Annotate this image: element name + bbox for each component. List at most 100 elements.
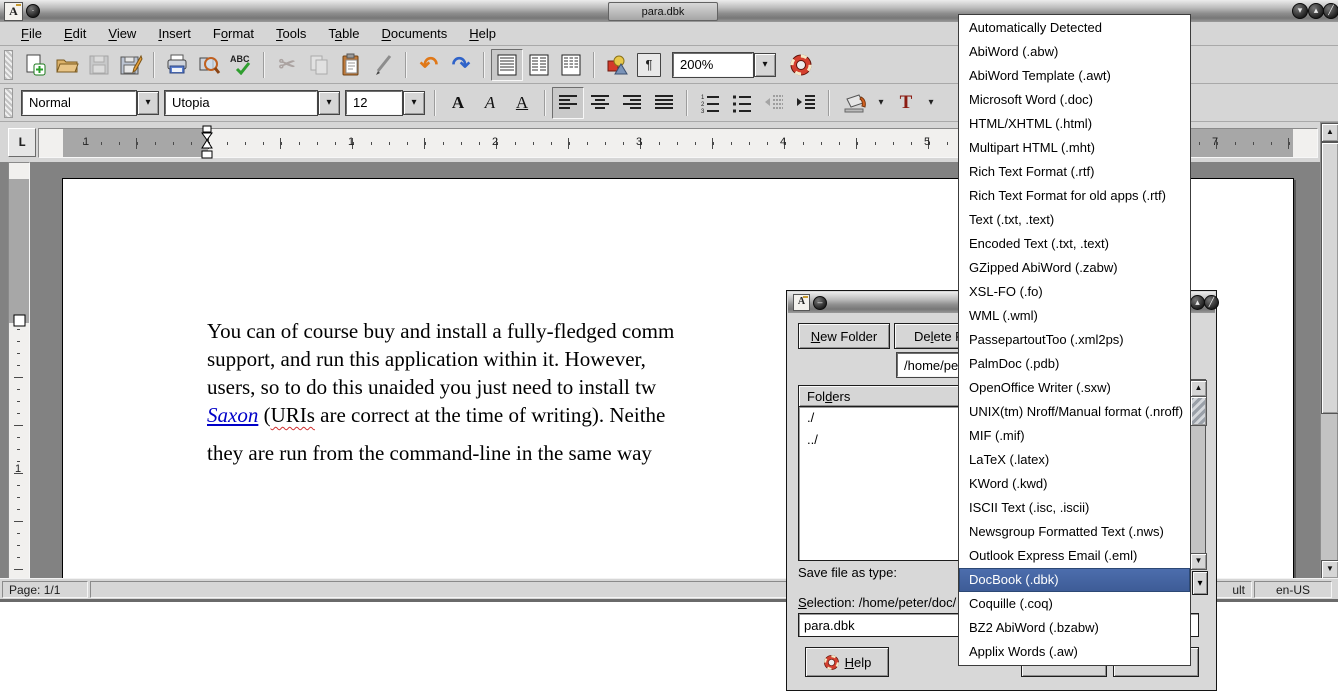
undo-button[interactable]: ↶ bbox=[413, 49, 445, 81]
decrease-indent-button[interactable] bbox=[758, 87, 790, 119]
align-center-button[interactable] bbox=[584, 87, 616, 119]
format-option[interactable]: Encoded Text (.txt, .text) bbox=[959, 232, 1190, 256]
format-option[interactable]: PassepartoutToo (.xml2ps) bbox=[959, 328, 1190, 352]
format-option[interactable]: Outlook Express Email (.eml) bbox=[959, 544, 1190, 568]
format-option[interactable]: Multipart HTML (.mht) bbox=[959, 136, 1190, 160]
document-vertical-scrollbar[interactable]: ▲ ▼ bbox=[1320, 122, 1338, 578]
close-button[interactable]: ╱ bbox=[1323, 3, 1338, 19]
menu-format[interactable]: Format bbox=[202, 23, 265, 44]
dialog-close-button[interactable]: ╱ bbox=[1204, 295, 1219, 310]
paste-button[interactable] bbox=[335, 49, 367, 81]
format-option[interactable]: GZipped AbiWord (.zabw) bbox=[959, 256, 1190, 280]
folders-list[interactable]: ./../ bbox=[798, 406, 963, 561]
format-option[interactable]: Rich Text Format for old apps (.rtf) bbox=[959, 184, 1190, 208]
toolbar-drag-handle[interactable] bbox=[4, 50, 13, 80]
shade-button[interactable]: ▾ bbox=[1292, 3, 1308, 19]
insert-object-button[interactable] bbox=[601, 49, 633, 81]
scrollbar-thumb[interactable] bbox=[1190, 396, 1207, 426]
bulleted-list-button[interactable] bbox=[726, 87, 758, 119]
tab-selector-button[interactable]: L bbox=[8, 128, 36, 157]
hyperlink-saxon[interactable]: Saxon bbox=[207, 403, 258, 427]
highlight-color-dropdown-arrow[interactable]: ▾ bbox=[872, 87, 890, 119]
dialog-maximize-button[interactable]: ▴ bbox=[1190, 295, 1205, 310]
format-option[interactable]: Coquille (.coq) bbox=[959, 592, 1190, 616]
numbered-list-button[interactable]: 123 bbox=[694, 87, 726, 119]
format-option[interactable]: KWord (.kwd) bbox=[959, 472, 1190, 496]
folders-header[interactable]: Folders bbox=[798, 385, 963, 407]
stylus-button[interactable] bbox=[367, 49, 399, 81]
top-margin-marker[interactable] bbox=[13, 314, 26, 327]
font-dropdown-arrow[interactable]: ▾ bbox=[318, 91, 340, 115]
font-size-value[interactable]: 12 bbox=[346, 91, 402, 115]
format-option[interactable]: HTML/XHTML (.html) bbox=[959, 112, 1190, 136]
justify-button[interactable] bbox=[648, 87, 680, 119]
align-left-button[interactable] bbox=[552, 87, 584, 119]
format-option[interactable]: AbiWord (.abw) bbox=[959, 40, 1190, 64]
format-option[interactable]: MIF (.mif) bbox=[959, 424, 1190, 448]
save-as-button[interactable] bbox=[115, 49, 147, 81]
view-three-column-button[interactable] bbox=[555, 49, 587, 81]
align-right-button[interactable] bbox=[616, 87, 648, 119]
text-color-dropdown-arrow[interactable]: ▾ bbox=[922, 87, 940, 119]
indent-marker[interactable] bbox=[200, 125, 214, 161]
format-option[interactable]: LaTeX (.latex) bbox=[959, 448, 1190, 472]
format-option[interactable]: BZ2 AbiWord (.bzabw) bbox=[959, 616, 1190, 640]
copy-button[interactable] bbox=[303, 49, 335, 81]
view-one-column-button[interactable] bbox=[491, 49, 523, 81]
italic-button[interactable]: A bbox=[474, 87, 506, 119]
open-file-button[interactable] bbox=[51, 49, 83, 81]
window-menu-button[interactable]: · bbox=[26, 4, 40, 18]
format-option[interactable]: Automatically Detected bbox=[959, 16, 1190, 40]
zoom-dropdown-arrow[interactable]: ▾ bbox=[754, 53, 776, 77]
scroll-down-button[interactable]: ▼ bbox=[1190, 553, 1207, 570]
format-option[interactable]: Text (.txt, .text) bbox=[959, 208, 1190, 232]
format-option[interactable]: AbiWord Template (.awt) bbox=[959, 64, 1190, 88]
spellcheck-button[interactable]: ABC bbox=[225, 49, 257, 81]
view-two-column-button[interactable] bbox=[523, 49, 555, 81]
redo-button[interactable]: ↷ bbox=[445, 49, 477, 81]
scroll-up-button[interactable]: ▲ bbox=[1321, 123, 1338, 142]
format-option[interactable]: PalmDoc (.pdb) bbox=[959, 352, 1190, 376]
new-document-button[interactable] bbox=[19, 49, 51, 81]
format-option[interactable]: Newsgroup Formatted Text (.nws) bbox=[959, 520, 1190, 544]
menu-help[interactable]: Help bbox=[458, 23, 507, 44]
language-panel[interactable]: en-US bbox=[1254, 581, 1332, 598]
cut-button[interactable]: ✂ bbox=[271, 49, 303, 81]
menu-table[interactable]: Table bbox=[317, 23, 370, 44]
menu-edit[interactable]: Edit bbox=[53, 23, 97, 44]
text-color-button[interactable]: T bbox=[890, 87, 922, 119]
format-option[interactable]: Rich Text Format (.rtf) bbox=[959, 160, 1190, 184]
help-button[interactable] bbox=[785, 49, 817, 81]
font-size-dropdown-arrow[interactable]: ▾ bbox=[403, 91, 425, 115]
format-option[interactable]: ISCII Text (.isc, .iscii) bbox=[959, 496, 1190, 520]
format-option[interactable]: OpenOffice Writer (.sxw) bbox=[959, 376, 1190, 400]
font-value[interactable]: Utopia bbox=[165, 91, 317, 115]
menu-documents[interactable]: Documents bbox=[371, 23, 459, 44]
format-option[interactable]: WML (.wml) bbox=[959, 304, 1190, 328]
format-option[interactable]: Microsoft Word (.doc) bbox=[959, 88, 1190, 112]
maximize-button[interactable]: ▴ bbox=[1308, 3, 1324, 19]
menu-tools[interactable]: Tools bbox=[265, 23, 317, 44]
underline-button[interactable]: A bbox=[506, 87, 538, 119]
show-formatting-marks-button[interactable]: ¶ bbox=[637, 53, 661, 77]
files-scrollbar[interactable]: ▲ ▼ bbox=[1189, 379, 1206, 569]
save-button[interactable] bbox=[83, 49, 115, 81]
menu-file[interactable]: File bbox=[10, 23, 53, 44]
menu-view[interactable]: View bbox=[97, 23, 147, 44]
scrollbar-thumb[interactable] bbox=[1321, 142, 1338, 414]
menu-insert[interactable]: Insert bbox=[147, 23, 202, 44]
folder-item[interactable]: ./ bbox=[799, 407, 962, 429]
highlight-color-button[interactable] bbox=[836, 87, 872, 119]
format-option[interactable]: Applix Words (.aw) bbox=[959, 640, 1190, 664]
style-value[interactable]: Normal bbox=[22, 91, 136, 115]
format-option[interactable]: UNIX(tm) Nroff/Manual format (.nroff) bbox=[959, 400, 1190, 424]
dialog-window-menu-button[interactable]: – bbox=[813, 296, 827, 310]
style-dropdown-arrow[interactable]: ▾ bbox=[137, 91, 159, 115]
help-button[interactable]: Help bbox=[805, 647, 889, 677]
format-option[interactable]: DocBook (.dbk) bbox=[959, 568, 1190, 592]
scroll-down-button[interactable]: ▼ bbox=[1321, 560, 1338, 579]
zoom-value[interactable]: 200% bbox=[673, 53, 753, 77]
print-button[interactable] bbox=[161, 49, 193, 81]
print-preview-button[interactable] bbox=[193, 49, 225, 81]
increase-indent-button[interactable] bbox=[790, 87, 822, 119]
